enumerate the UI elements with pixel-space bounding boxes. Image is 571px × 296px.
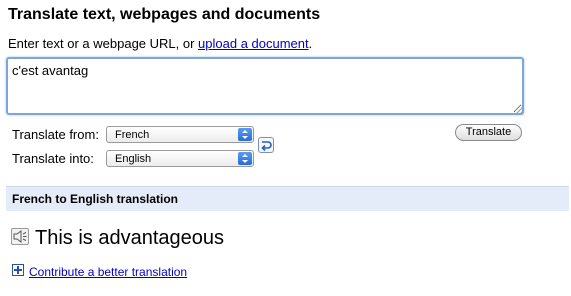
source-text-input[interactable]: c'est avantag xyxy=(6,57,524,115)
plus-icon[interactable] xyxy=(12,264,24,276)
resize-grip-icon[interactable] xyxy=(515,106,523,114)
listen-button[interactable] xyxy=(11,228,29,245)
source-language-value: French xyxy=(115,129,150,141)
source-language-select[interactable]: French xyxy=(106,126,254,143)
target-language-value: English xyxy=(115,153,152,165)
upload-document-link[interactable]: upload a document xyxy=(198,36,309,51)
translate-into-label: Translate into: xyxy=(12,151,94,166)
select-arrows-icon xyxy=(238,152,252,165)
select-arrows-icon xyxy=(238,128,252,141)
result-heading: French to English translation xyxy=(12,192,179,206)
instructions-suffix: . xyxy=(308,36,313,51)
target-language-select[interactable]: English xyxy=(106,150,254,167)
instructions-prefix: Enter text or a webpage URL, or xyxy=(8,36,199,51)
swap-languages-button[interactable] xyxy=(258,137,274,153)
swap-languages-icon xyxy=(261,141,272,152)
page-title: Translate text, webpages and documents xyxy=(8,6,321,23)
translate-from-label: Translate from: xyxy=(12,127,99,142)
speaker-icon xyxy=(13,230,27,243)
translation-result: This is advantageous xyxy=(35,227,225,249)
result-header-bar: French to English translation xyxy=(6,186,569,211)
instructions: Enter text or a webpage URL, or upload a… xyxy=(8,36,312,51)
contribute-translation-link[interactable]: Contribute a better translation xyxy=(29,265,187,279)
translate-button[interactable]: Translate xyxy=(455,124,522,141)
